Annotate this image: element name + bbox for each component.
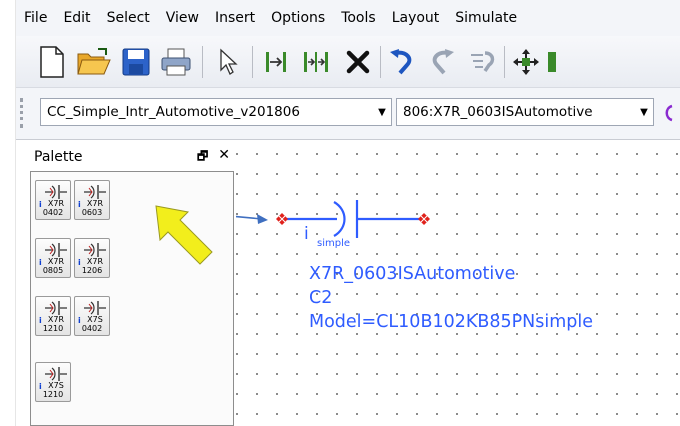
menu-item-view[interactable]: View [158,10,207,26]
menu-item-edit[interactable]: Edit [55,10,98,26]
palette-item-series: X7R [47,315,65,324]
capacitor-icon [45,367,67,381]
open-folder-icon [77,48,111,75]
palette-item-series: X7R [47,257,65,266]
palette-title: Palette [34,149,83,165]
cut-off-toolbar-button[interactable] [546,42,576,82]
select-button[interactable] [208,42,248,82]
move-button[interactable] [506,42,546,82]
menu-item-options[interactable]: Options [263,10,333,26]
capacitor-icon [84,301,106,315]
save-button[interactable] [116,42,156,82]
component-part-name[interactable]: X7R_0603ISAutomotive [309,264,515,284]
print-button[interactable] [156,42,196,82]
palette-item[interactable]: i X7R 0603 [74,180,110,220]
palette-item-series: X7R [86,257,104,266]
menu-bar: File Edit Select View Insert Options Tools Layo… [16,0,680,36]
palette-item[interactable]: i X7S 0402 [74,296,110,336]
component-toolbar: CC_Simple_Intr_Automotive_v201806 ▼ 806:… [16,88,680,140]
print-icon [161,48,191,76]
delete-x-icon [346,50,370,74]
undo-button[interactable] [382,42,422,82]
component-select[interactable]: 806:X7R_0603ISAutomotive ▼ [396,98,654,126]
menu-item-tools[interactable]: Tools [333,10,384,26]
repeat-button[interactable] [462,42,502,82]
schematic-canvas[interactable]: i simple X7R_0603ISAutomotive C2 Model=C… [236,140,680,426]
palette-item-size: 1210 [42,324,64,333]
insert-pins-button[interactable] [296,42,336,82]
palette-item-size: 0402 [42,208,64,217]
redo-icon [432,49,454,75]
insert-pin-button[interactable] [256,42,296,82]
component-reference[interactable]: C2 [309,288,332,308]
palette-item[interactable]: i X7R 0402 [35,180,71,220]
toolbar-separator [252,46,253,78]
palette-item-series: X7R [86,199,104,208]
palette-item-series: X7R [47,199,65,208]
library-select-value: CC_Simple_Intr_Automotive_v201806 [47,104,300,120]
save-icon [122,48,150,76]
main-toolbar [16,36,680,88]
palette-item[interactable]: i X7R 1210 [35,296,71,336]
palette-item-size: 0402 [81,324,103,333]
window-left-edge [0,0,16,426]
toolbar-separator [380,46,381,78]
open-button[interactable] [74,42,114,82]
capacitor-icon [84,185,106,199]
palette-item[interactable]: i X7R 1206 [74,238,110,278]
palette-header: Palette 🗗 ✕ [32,145,234,169]
pin-right-icon [418,213,430,225]
capacitor-icon [45,185,67,199]
palette-item-size: 0805 [42,266,64,275]
library-select[interactable]: CC_Simple_Intr_Automotive_v201806 ▼ [40,98,392,126]
menu-item-simulate[interactable]: Simulate [447,10,525,26]
partial-icon [548,52,556,72]
pins-icon [304,52,328,72]
menu-item-insert[interactable]: Insert [207,10,263,26]
chevron-down-icon: ▼ [378,106,386,118]
drag-arrow-head-icon [257,214,268,224]
component-model[interactable]: Model=CL10B102KB85PNsimple [309,312,593,332]
menu-item-layout[interactable]: Layout [384,10,448,26]
new-file-icon [40,46,64,78]
menu-item-file[interactable]: File [16,10,55,26]
menu-item-select[interactable]: Select [99,10,158,26]
pin-icon [266,52,286,72]
chevron-down-icon: ▼ [640,106,648,118]
palette-item[interactable]: i X7S 1210 [35,362,71,402]
component-select-value: 806:X7R_0603ISAutomotive [403,104,593,120]
palette-item-size: 1206 [81,266,103,275]
toolbar-separator [504,46,505,78]
pointer-icon [220,48,238,75]
close-icon[interactable]: ✕ [218,147,230,168]
yellow-pointer-arrow-icon [155,205,213,265]
palette-item-series: X7S [48,381,64,390]
palette-item[interactable]: i X7R 0805 [35,238,71,278]
repeat-icon [471,51,495,72]
instance-icon-letter: i [304,224,309,244]
capacitor-icon [45,243,67,257]
float-window-icon[interactable]: 🗗 [197,147,208,168]
move-icon [513,49,539,75]
toolbar-grip[interactable] [20,98,30,128]
undo-icon [390,49,412,75]
model-type-label: simple [317,238,351,249]
palette-item-size: 0603 [81,208,103,217]
delete-button[interactable] [338,42,378,82]
pin-left-icon [276,213,288,225]
palette-item-size: 1210 [42,390,64,399]
toolbar-separator [202,46,203,78]
new-file-button[interactable] [32,42,72,82]
redo-button[interactable] [422,42,462,82]
capacitor-icon [45,301,67,315]
partial-icon [665,104,673,122]
palette-item-series: X7S [87,315,103,324]
capacitor-icon [84,243,106,257]
